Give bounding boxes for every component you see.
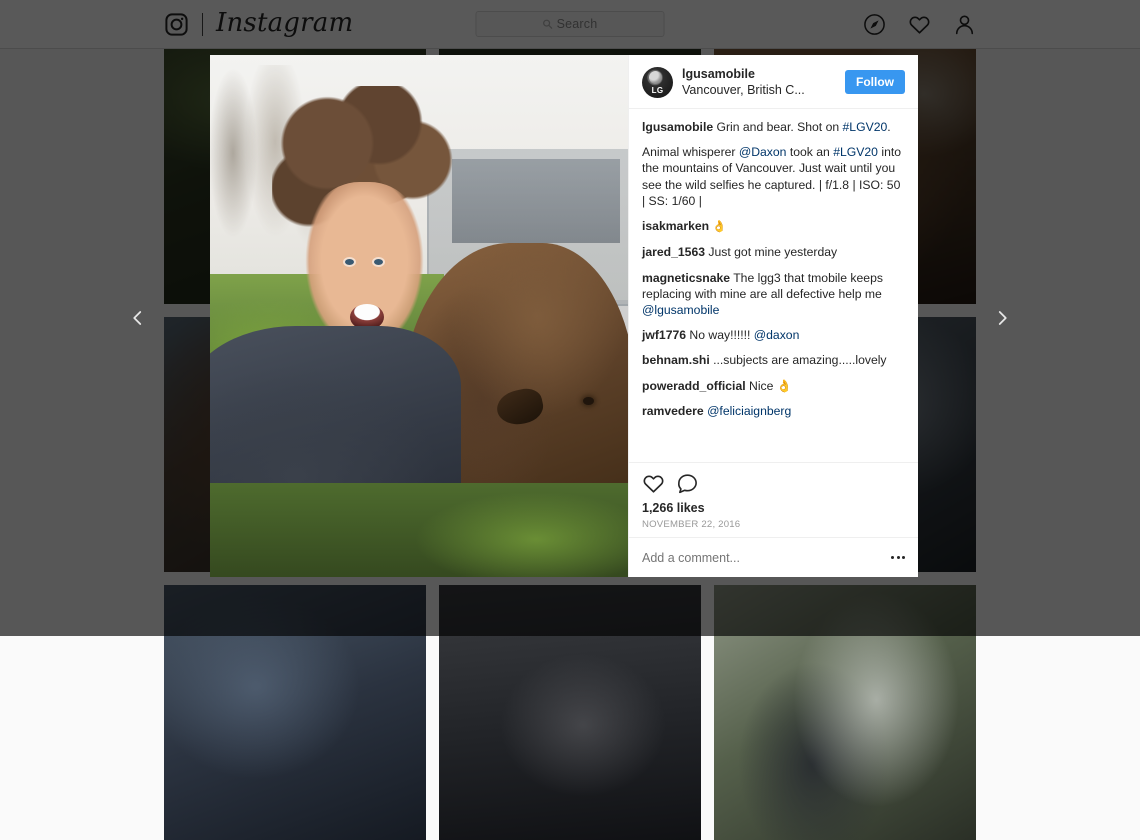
comment-username[interactable]: magneticsnake [642, 271, 730, 285]
caption-text-2: . [887, 120, 890, 134]
comment-item: jared_1563 Just got mine yesterday [642, 244, 905, 260]
comment-item: magneticsnake The lgg3 that tmobile keep… [642, 270, 905, 319]
comments-list: lgusamobile Grin and bear. Shot on #LGV2… [629, 109, 918, 462]
likes-count[interactable]: 1,266 likes [642, 501, 905, 515]
post-date: NOVEMBER 22, 2016 [642, 519, 905, 530]
caption-text-1: Grin and bear. Shot on [713, 120, 842, 134]
photo-man-eye-right [374, 259, 383, 265]
post-username[interactable]: lgusamobile [682, 66, 836, 82]
add-comment-input[interactable] [642, 551, 842, 565]
follow-button[interactable]: Follow [845, 70, 905, 94]
description-hashtag[interactable]: #LGV20 [833, 145, 878, 159]
photo-bear-snout [494, 385, 546, 428]
comment-mention[interactable]: @feliciaignberg [707, 404, 791, 418]
post-photo[interactable] [210, 55, 628, 577]
post-actions: 1,266 likes NOVEMBER 22, 2016 [629, 462, 918, 537]
comment-item: poweradd_official Nice 👌 [642, 378, 905, 394]
comment-username[interactable]: poweradd_official [642, 379, 746, 393]
comment-text: Nice 👌 [746, 379, 792, 393]
photo-bear-eye [583, 397, 594, 405]
photo-man-eye-left [345, 259, 354, 265]
photo-grass-foreground [210, 483, 628, 577]
caption-username[interactable]: lgusamobile [642, 120, 713, 134]
add-comment-row [629, 537, 918, 577]
comment-username[interactable]: behnam.shi [642, 353, 710, 367]
speech-bubble-icon[interactable] [676, 472, 699, 495]
comment-username[interactable]: jared_1563 [642, 245, 705, 259]
post-caption: lgusamobile Grin and bear. Shot on #LGV2… [642, 119, 905, 135]
ellipsis-icon[interactable] [891, 550, 905, 565]
post-info-pane: LG lgusamobile Vancouver, British C... F… [628, 55, 918, 577]
post-location[interactable]: Vancouver, British C... [682, 82, 836, 98]
comment-item: jwf1776 No way!!!!!! @daxon [642, 327, 905, 343]
comment-text: 👌 [709, 221, 727, 233]
comment-mention[interactable]: @lgusamobile [642, 303, 719, 317]
avatar-label: LG [642, 87, 673, 95]
comment-text: No way!!!!!! [686, 328, 754, 342]
caption-hashtag[interactable]: #LGV20 [843, 120, 888, 134]
comment-mention[interactable]: @daxon [754, 328, 800, 342]
comment-item: ramvedere @feliciaignberg [642, 403, 905, 419]
heart-icon[interactable] [642, 472, 665, 495]
globe-icon [649, 71, 662, 84]
comment-username[interactable]: ramvedere [642, 404, 704, 418]
description-mention[interactable]: @Daxon [739, 145, 787, 159]
comment-text: Just got mine yesterday [705, 245, 837, 259]
avatar[interactable]: LG [642, 67, 673, 98]
action-icon-group [642, 472, 905, 495]
comment-text: ...subjects are amazing.....lovely [710, 353, 887, 367]
post-modal: LG lgusamobile Vancouver, British C... F… [210, 55, 918, 577]
comment-username[interactable]: isakmarken [642, 219, 709, 233]
post-description: Animal whisperer @Daxon took an #LGV20 i… [642, 144, 905, 209]
post-header: LG lgusamobile Vancouver, British C... F… [629, 55, 918, 109]
description-mid: took an [786, 145, 833, 159]
comment-item: isakmarken 👌 [642, 218, 905, 235]
comment-item: behnam.shi ...subjects are amazing.....l… [642, 352, 905, 368]
description-pre: Animal whisperer [642, 145, 739, 159]
previous-post-arrow-icon[interactable] [124, 304, 152, 332]
comment-username[interactable]: jwf1776 [642, 328, 686, 342]
post-photo-image [210, 55, 628, 577]
next-post-arrow-icon[interactable] [988, 304, 1016, 332]
post-header-text: lgusamobile Vancouver, British C... [682, 66, 836, 98]
